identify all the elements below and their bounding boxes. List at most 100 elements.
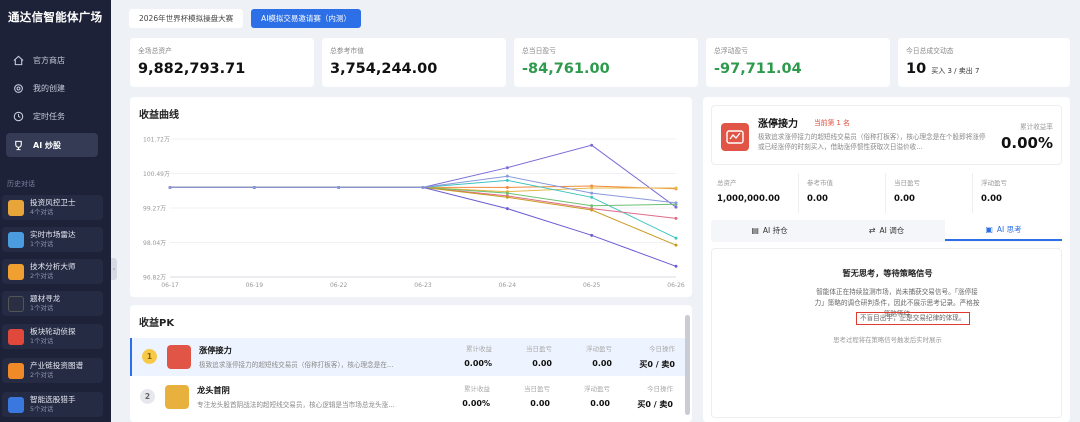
- pk-col-value: 0.00: [592, 359, 612, 368]
- nav-label: 定时任务: [33, 111, 65, 121]
- stat-total-assets: 全场总资产 9,882,793.71: [130, 38, 314, 87]
- returns-chart: 101.72万 100.49万 99.27万 98.04万 96.82万06-17 06-…: [143, 137, 685, 290]
- history-item-title: 技术分析大师: [30, 262, 76, 271]
- data-point[interactable]: [505, 166, 509, 170]
- pk-agent-name: 涨停接力: [199, 345, 232, 355]
- pk-agent-desc: 极致追求涨停接力的超短线交易员（俗称打板客），核心理念是在…: [199, 361, 394, 369]
- y-tick-label: 99.27万: [143, 206, 166, 213]
- history-item-title: 板块轮动侦探: [30, 327, 76, 336]
- stat-label: 今日总成交动态: [906, 47, 954, 55]
- panel-stat-value: 0.00: [981, 194, 1002, 204]
- data-point[interactable]: [590, 195, 594, 199]
- history-item[interactable]: 题材寻龙 1个对话: [2, 291, 103, 316]
- history-item-title: 产业链投资图谱: [30, 361, 84, 370]
- panel-stat-label: 当日盈亏: [894, 179, 920, 187]
- stat-label: 总当日盈亏: [522, 47, 556, 55]
- pk-col-value: 0.00: [590, 399, 610, 408]
- pk-agent-desc: 专注龙头股首阴战法的超短线交易员，核心逻辑是当市场总龙头涨…: [197, 401, 395, 409]
- stat-label: 全场总资产: [138, 47, 172, 55]
- data-point[interactable]: [505, 178, 509, 182]
- data-point[interactable]: [421, 185, 425, 189]
- data-point[interactable]: [590, 143, 594, 147]
- data-point[interactable]: [505, 185, 509, 189]
- data-point[interactable]: [674, 201, 678, 205]
- history-item-sub: 1个对话: [30, 337, 54, 345]
- series-line: [170, 186, 677, 246]
- tab-worldcup[interactable]: 2026年世界杯模拟操盘大赛: [129, 9, 244, 28]
- pk-col-label: 今日操作: [647, 385, 673, 393]
- data-point[interactable]: [674, 216, 678, 220]
- nav-my-created[interactable]: 我的创建: [6, 76, 98, 100]
- pk-col-label: 累计收益: [464, 385, 490, 393]
- agent-avatar: [8, 231, 24, 248]
- data-point[interactable]: [590, 233, 594, 237]
- tab-ai-thinking[interactable]: ▣ AI 思考: [945, 220, 1062, 241]
- nav-scheduled[interactable]: 定时任务: [6, 104, 98, 128]
- data-point[interactable]: [505, 207, 509, 211]
- data-point[interactable]: [505, 174, 509, 178]
- data-point[interactable]: [505, 195, 509, 199]
- trophy-icon: [13, 140, 24, 151]
- tab-ai-contest[interactable]: AI模拟交易邀请赛（内测）: [251, 9, 361, 28]
- pk-col-label: 当日盈亏: [524, 385, 550, 393]
- nav-ai-trading[interactable]: AI 炒股: [6, 133, 98, 157]
- data-point[interactable]: [674, 243, 678, 247]
- data-point[interactable]: [505, 191, 509, 195]
- tab-ai-rebalance[interactable]: ⇄ AI 调仓: [828, 220, 945, 241]
- history-item[interactable]: 投资风控卫士 4个对话: [2, 195, 103, 220]
- nav-label: AI 炒股: [33, 140, 61, 150]
- history-item[interactable]: 智能选股猎手 5个对话: [2, 392, 103, 417]
- pk-scrollbar[interactable]: [685, 315, 690, 415]
- data-point[interactable]: [590, 204, 594, 208]
- clock-icon: [13, 111, 24, 122]
- history-item[interactable]: 产业链投资图谱 2个对话: [2, 358, 103, 383]
- data-point[interactable]: [674, 186, 678, 190]
- data-point[interactable]: [590, 186, 594, 190]
- data-point[interactable]: [590, 208, 594, 212]
- nav-store[interactable]: 官方商店: [6, 48, 98, 72]
- data-point[interactable]: [674, 264, 678, 268]
- tab-ai-holdings[interactable]: ▤ AI 持仓: [711, 220, 828, 241]
- data-point[interactable]: [674, 236, 678, 240]
- rank-badge: 2: [140, 389, 155, 404]
- pk-col-value: 0.00%: [464, 359, 492, 368]
- stat-value: -97,711.04: [714, 61, 802, 77]
- holdings-icon: ▤: [751, 226, 759, 235]
- agent-avatar: [165, 385, 189, 409]
- pk-col-value: 买0 / 卖0: [639, 360, 675, 369]
- history-item[interactable]: 板块轮动侦探 1个对话: [2, 324, 103, 349]
- stat-value: 10: [906, 61, 927, 77]
- pk-col-value: 0.00: [530, 399, 550, 408]
- collapse-handle[interactable]: ‹: [111, 258, 117, 280]
- history-item[interactable]: 技术分析大师 2个对话: [2, 259, 103, 284]
- pk-col-value: 0.00%: [462, 399, 490, 408]
- history-item-sub: 5个对话: [30, 405, 54, 413]
- panel-stat-label: 总资产: [717, 179, 737, 187]
- pk-card: 收益PK 1 涨停接力 极致追求涨停接力的超短线交易员（俗称打板客），核心理念是…: [130, 305, 692, 422]
- history-item-sub: 1个对话: [30, 240, 54, 248]
- data-point[interactable]: [590, 191, 594, 195]
- pk-agent-name: 龙头首阴: [197, 385, 230, 395]
- series-line: [170, 144, 677, 208]
- panel-stat-value: 0.00: [894, 194, 915, 204]
- pk-row[interactable]: 2 龙头首阴 专注龙头股首阴战法的超短线交易员，核心逻辑是当市场总龙头涨… 累计…: [130, 378, 685, 416]
- agent-desc: 极致追求涨停接力的超短线交易员（俗称打板客），核心理念是在个股即将涨停或已经涨停…: [758, 133, 986, 151]
- pk-row[interactable]: 1 涨停接力 极致追求涨停接力的超短线交易员（俗称打板客），核心理念是在… 累计…: [130, 338, 685, 376]
- panel-stat-value: 0.00: [807, 194, 828, 204]
- highlight-text: 不盲目出手，正是交易纪律的体现。: [856, 312, 970, 325]
- empty-footer: 思考过程将在策略信号触发后实时展示: [833, 336, 942, 344]
- brand-title: 通达信智能体广场: [8, 10, 103, 24]
- data-point[interactable]: [168, 185, 172, 189]
- stat-market-value: 总参考市值 3,754,244.00: [322, 38, 506, 87]
- agent-summary: 涨停接力 当前第 1 名 极致追求涨停接力的超短线交易员（俗称打板客），核心理念…: [711, 105, 1062, 165]
- data-point[interactable]: [337, 185, 341, 189]
- pk-col-value: 0.00: [532, 359, 552, 368]
- chart-card: 收益曲线 101.72万 100.49万 99.27万 98.04万 96.82万 06-…: [130, 97, 692, 297]
- panel-stat-label: 参考市值: [807, 179, 833, 187]
- history-item[interactable]: 实时市场雷达 1个对话: [2, 227, 103, 252]
- series-line: [170, 186, 677, 207]
- x-tick-label: 06-17: [161, 282, 179, 289]
- data-point[interactable]: [252, 185, 256, 189]
- agent-detail-panel: 涨停接力 当前第 1 名 极致追求涨停接力的超短线交易员（俗称打板客），核心理念…: [703, 97, 1070, 422]
- data-point[interactable]: [674, 205, 678, 209]
